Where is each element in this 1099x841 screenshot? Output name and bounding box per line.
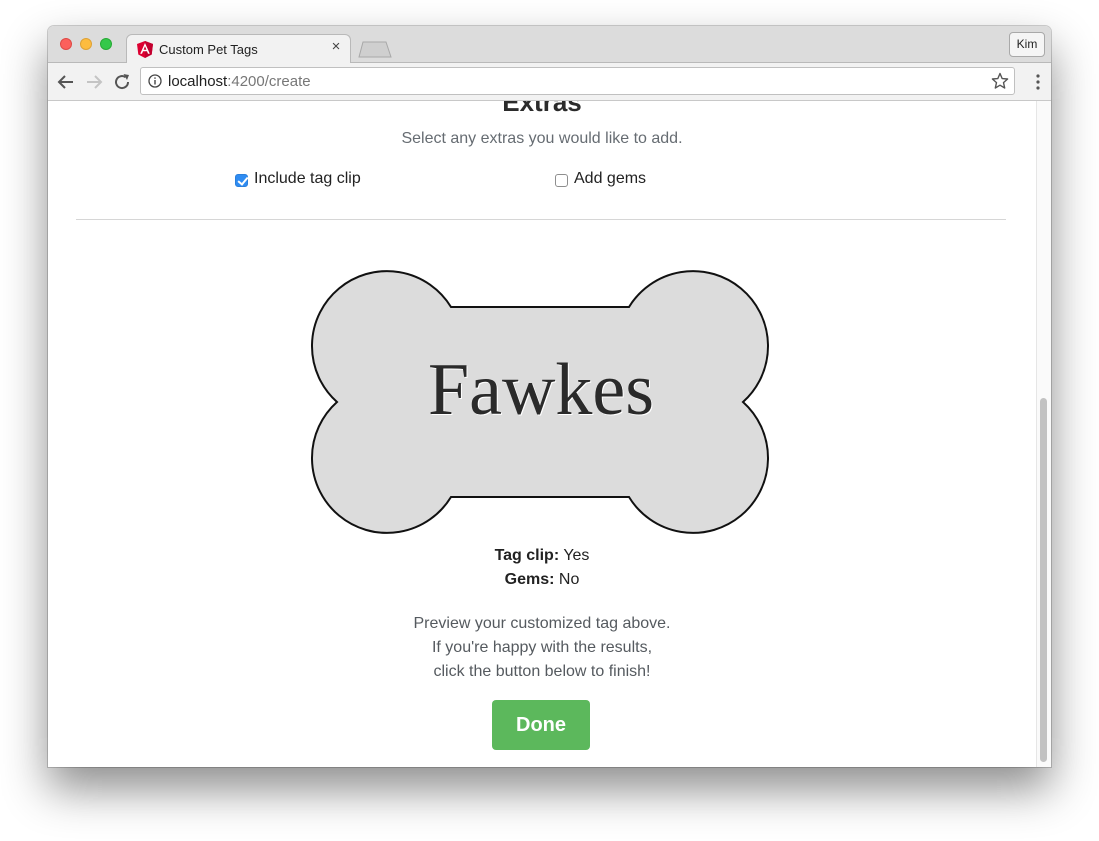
bookmark-star-icon[interactable] bbox=[991, 72, 1009, 90]
gems-summary-value: No bbox=[558, 571, 580, 588]
tag-clip-summary-value: Yes bbox=[563, 547, 590, 564]
tag-clip-checkbox[interactable] bbox=[235, 173, 248, 187]
new-tab-button[interactable] bbox=[358, 41, 392, 58]
done-button[interactable]: Done bbox=[492, 700, 590, 750]
page-viewport: Extras Select any extras you would like … bbox=[48, 101, 1051, 767]
close-window-button[interactable] bbox=[60, 38, 72, 50]
info-icon[interactable] bbox=[148, 74, 162, 88]
url-host: localhost bbox=[168, 73, 228, 90]
tab-close-icon[interactable]: × bbox=[328, 38, 344, 55]
back-arrow-icon[interactable] bbox=[54, 70, 78, 94]
browser-window: Custom Pet Tags × Kim localhost:4200/cre… bbox=[48, 26, 1051, 767]
scrollbar-track[interactable] bbox=[1036, 101, 1051, 767]
tag-clip-summary-label: Tag clip: bbox=[494, 547, 560, 564]
browser-toolbar: localhost:4200/create bbox=[48, 63, 1051, 101]
tag-clip-label[interactable]: Include tag clip bbox=[254, 170, 361, 188]
browser-menu-icon[interactable] bbox=[1035, 74, 1041, 90]
profile-button[interactable]: Kim bbox=[1009, 32, 1045, 57]
gems-label[interactable]: Add gems bbox=[574, 170, 646, 188]
gems-summary-label: Gems: bbox=[504, 571, 555, 588]
forward-arrow-icon[interactable] bbox=[82, 70, 106, 94]
angular-logo-icon bbox=[137, 41, 153, 58]
tab-custom-pet-tags[interactable]: Custom Pet Tags × bbox=[126, 34, 351, 64]
tab-strip: Custom Pet Tags × Kim bbox=[48, 26, 1051, 64]
preview-text-line-3: click the button below to finish! bbox=[433, 663, 651, 680]
section-divider bbox=[76, 219, 1006, 220]
url-path: :4200/create bbox=[227, 73, 311, 90]
preview-text-line-1: Preview your customized tag above. bbox=[413, 615, 671, 632]
tag-clip-summary: Tag clip: Yes bbox=[48, 547, 1036, 565]
gems-checkbox[interactable] bbox=[555, 173, 568, 187]
reload-icon[interactable] bbox=[110, 70, 134, 94]
scrollbar-thumb[interactable] bbox=[1040, 398, 1047, 762]
tag-name-text: Fawkes bbox=[427, 349, 655, 431]
gems-option[interactable]: Add gems bbox=[555, 170, 646, 188]
minimize-window-button[interactable] bbox=[80, 38, 92, 50]
url-text: localhost:4200/create bbox=[168, 73, 311, 90]
tab-title: Custom Pet Tags bbox=[159, 42, 258, 57]
maximize-window-button[interactable] bbox=[100, 38, 112, 50]
tag-clip-option[interactable]: Include tag clip bbox=[235, 170, 361, 188]
extras-subtitle: Select any extras you would like to add. bbox=[401, 130, 683, 147]
address-bar[interactable]: localhost:4200/create bbox=[140, 67, 1015, 95]
preview-text-line-2: If you're happy with the results, bbox=[431, 639, 653, 656]
extras-heading: Extras bbox=[502, 101, 582, 117]
gems-summary: Gems: No bbox=[48, 571, 1036, 589]
